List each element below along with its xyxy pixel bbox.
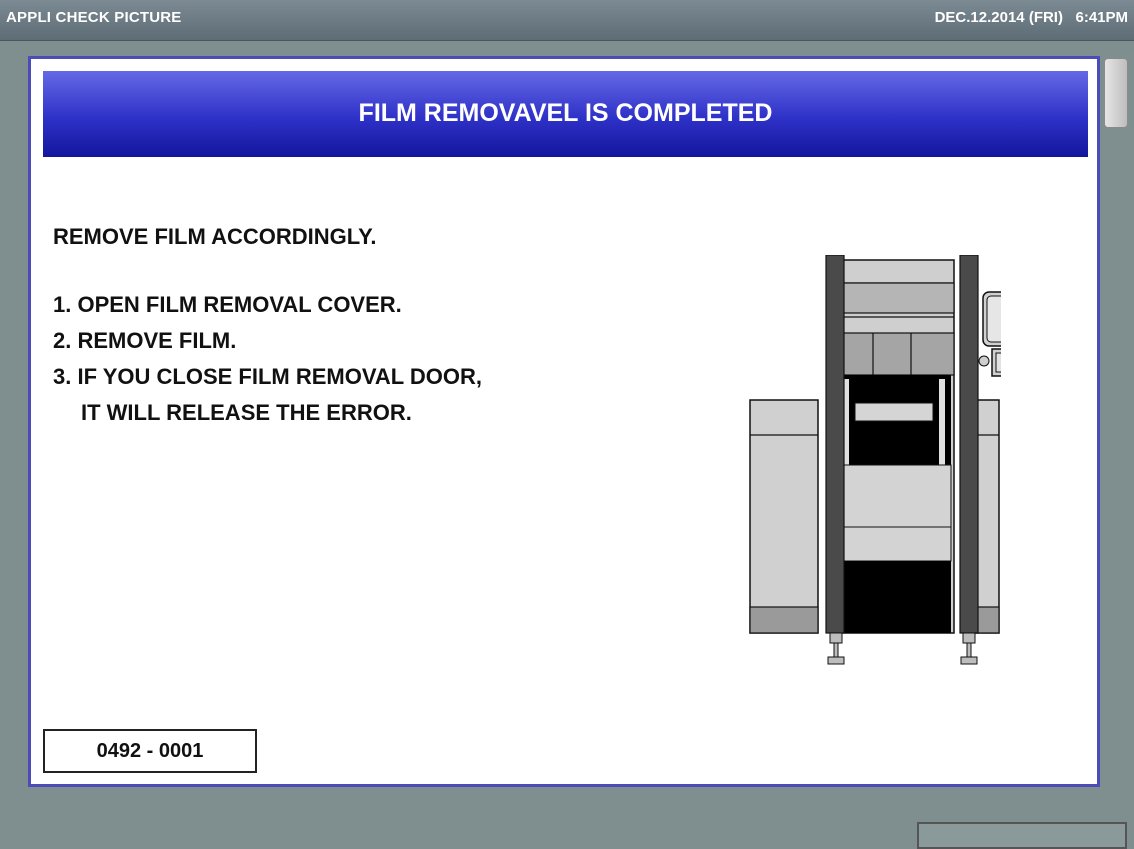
machine-illustration	[749, 255, 1001, 665]
instruction-intro: REMOVE FILM ACCORDINGLY.	[53, 224, 377, 249]
bottom-right-button[interactable]	[917, 822, 1127, 849]
scrollbar-thumb[interactable]	[1104, 58, 1128, 128]
instruction-text: REMOVE FILM ACCORDINGLY. 1. OPEN FILM RE…	[53, 219, 482, 431]
dialog-title: FILM REMOVAVEL IS COMPLETED	[358, 99, 773, 127]
instruction-step-3: 3. IF YOU CLOSE FILM REMOVAL DOOR,	[53, 364, 483, 389]
message-dialog: FILM REMOVAVEL IS COMPLETED REMOVE FILM …	[28, 56, 1100, 787]
error-code-box: 0492 - 0001	[43, 729, 257, 773]
instruction-step-1: 1. OPEN FILM REMOVAL COVER.	[53, 292, 402, 317]
instruction-step-2: 2. REMOVE FILM.	[53, 328, 237, 353]
datetime-display: DEC.12.2014 (FRI) 6:41PM	[934, 9, 1128, 26]
app-title: APPLI CHECK PICTURE	[6, 9, 182, 26]
dialog-title-bar: FILM REMOVAVEL IS COMPLETED	[43, 71, 1088, 157]
top-bar: APPLI CHECK PICTURE DEC.12.2014 (FRI) 6:…	[0, 0, 1134, 41]
instruction-step-3-continued: IT WILL RELEASE THE ERROR.	[81, 400, 412, 425]
